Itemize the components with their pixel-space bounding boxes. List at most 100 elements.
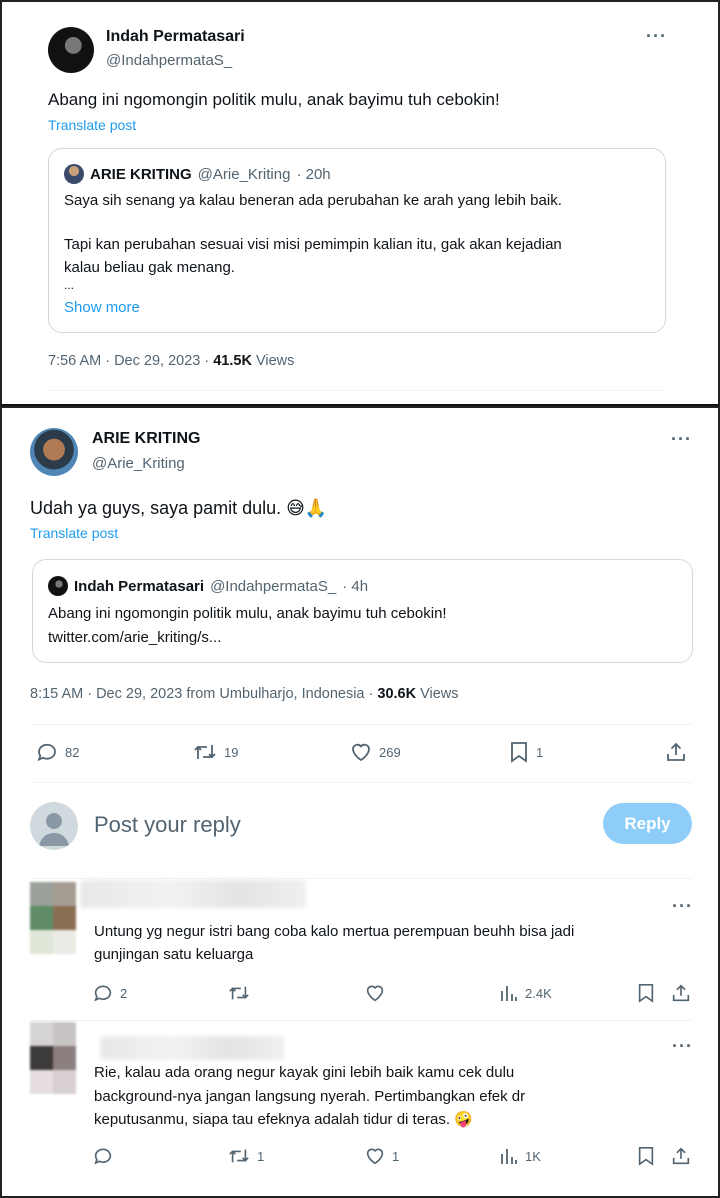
quoted-author-handle: @IndahpermataS_ (210, 577, 337, 595)
quoted-link: twitter.com/arie_kriting/s... (48, 629, 222, 646)
repost-count: 1 (257, 1148, 265, 1164)
quoted-ellipsis: ... (64, 278, 75, 292)
repost-action[interactable] (227, 982, 257, 1004)
divider (30, 724, 692, 725)
repost-icon (227, 982, 251, 1004)
share-icon (670, 1145, 692, 1167)
tweet-timestamp[interactable]: 7:56 AM · Dec 29, 2023 · (48, 353, 209, 369)
reply-count: 82 (65, 744, 80, 760)
tweet-text: Abang ini ngomongin politik mulu, anak b… (48, 90, 500, 109)
like-icon (364, 982, 386, 1004)
more-icon[interactable]: ··· (672, 896, 693, 917)
translate-link[interactable]: Translate post (48, 117, 136, 133)
like-action[interactable]: 269 (349, 740, 401, 764)
more-icon[interactable]: ··· (671, 429, 692, 450)
tweet-meta: 7:56 AM · Dec 29, 2023 · 41.5K Views (48, 353, 294, 369)
reply-action[interactable]: 2 (92, 982, 127, 1004)
reply-button[interactable]: Reply (603, 803, 692, 844)
quoted-author-handle: @Arie_Kriting (197, 165, 291, 183)
show-more-link[interactable]: Show more (64, 299, 140, 316)
quoted-line: Saya sih senang ya kalau beneran ada per… (64, 192, 562, 209)
repost-icon (227, 1145, 251, 1167)
like-action[interactable]: 1 (364, 1145, 399, 1167)
share-icon (670, 982, 692, 1004)
bookmark-action[interactable] (636, 1145, 656, 1167)
author-handle[interactable]: @IndahpermataS_ (106, 52, 232, 69)
views-count: 30.6K (377, 686, 417, 702)
quoted-line: Tapi kan perubahan sesuai visi misi pemi… (64, 236, 562, 253)
quoted-tweet[interactable]: Indah Permatasari @IndahpermataS_ · 4h A… (32, 559, 693, 663)
quoted-time: · 4h (342, 577, 369, 595)
reply-action[interactable]: 82 (35, 740, 79, 764)
share-icon (664, 740, 688, 764)
bookmark-icon (508, 740, 530, 764)
quoted-tweet[interactable]: ARIE KRITING @Arie_Kriting · 20h Saya si… (48, 148, 666, 333)
commenter-name-redacted (80, 880, 306, 908)
views-icon (499, 1145, 519, 1167)
like-icon (349, 740, 373, 764)
views-action[interactable]: 1K (499, 1145, 541, 1167)
reply-icon (35, 740, 59, 764)
more-icon[interactable]: ··· (646, 26, 667, 47)
author-name[interactable]: ARIE KRITING (92, 430, 200, 448)
quoted-author-name: ARIE KRITING (90, 165, 192, 183)
quoted-avatar (48, 576, 68, 596)
author-handle[interactable]: @Arie_Kriting (92, 455, 185, 472)
user-avatar (30, 802, 78, 850)
tweet-text: Udah ya guys, saya pamit dulu. 😅🙏 (30, 498, 328, 518)
quoted-avatar (64, 164, 84, 184)
views-label: Views (420, 686, 459, 702)
more-icon[interactable]: ··· (672, 1036, 693, 1057)
repost-count: 19 (224, 744, 239, 760)
like-count: 269 (379, 744, 401, 760)
comment-text: gunjingan satu keluarga (94, 946, 254, 963)
translate-link[interactable]: Translate post (30, 525, 118, 541)
author-name[interactable]: Indah Permatasari (106, 28, 245, 46)
views-count: 1K (525, 1148, 541, 1164)
reply-icon (92, 982, 114, 1004)
main-tweet-panel: ARIE KRITING @Arie_Kriting ··· Udah ya g… (0, 406, 720, 1198)
views-icon (499, 982, 519, 1004)
divider (30, 1020, 692, 1021)
top-tweet-panel: Indah Permatasari @IndahpermataS_ ··· Ab… (0, 0, 720, 407)
tweet-timestamp[interactable]: 8:15 AM · Dec 29, 2023 from Umbulharjo, … (30, 686, 373, 702)
bookmark-action[interactable]: 1 (508, 740, 543, 764)
comment-text: keputusanmu, siapa tau efeknya adalah ti… (94, 1111, 473, 1128)
reply-icon (92, 1145, 114, 1167)
views-label: Views (255, 353, 295, 369)
bookmark-icon (636, 1145, 656, 1167)
bookmark-icon (636, 982, 656, 1004)
tweet-meta: 8:15 AM · Dec 29, 2023 from Umbulharjo, … (30, 686, 459, 702)
commenter-avatar (30, 882, 76, 954)
repost-icon (192, 740, 218, 764)
comment-text: Untung yg negur istri bang coba kalo mer… (94, 923, 575, 940)
share-action[interactable] (670, 982, 692, 1004)
share-action[interactable] (670, 1145, 692, 1167)
reply-action[interactable] (92, 1145, 120, 1167)
like-action[interactable] (364, 982, 392, 1004)
divider (30, 878, 692, 879)
quoted-time: · 20h (296, 165, 331, 183)
views-count: 41.5K (213, 353, 252, 369)
repost-action[interactable]: 19 (192, 740, 238, 764)
views-count: 2.4K (525, 985, 552, 1001)
divider (30, 782, 692, 783)
reply-count: 2 (120, 985, 128, 1001)
commenter-avatar (30, 1022, 76, 1094)
commenter-name-redacted (100, 1036, 284, 1060)
reply-input[interactable]: Post your reply (94, 812, 241, 838)
bookmark-action[interactable] (636, 982, 656, 1004)
share-action[interactable] (664, 740, 688, 764)
like-count: 1 (392, 1148, 400, 1164)
divider (48, 390, 666, 391)
author-avatar[interactable] (30, 428, 78, 476)
repost-action[interactable]: 1 (227, 1145, 264, 1167)
author-avatar[interactable] (48, 27, 94, 73)
bookmark-count: 1 (536, 744, 544, 760)
comment-text: Rie, kalau ada orang negur kayak gini le… (94, 1064, 515, 1081)
comment-text: background-nya jangan langsung nyerah. P… (94, 1088, 526, 1105)
quoted-line: Abang ini ngomongin politik mulu, anak b… (48, 605, 447, 622)
quoted-author-name: Indah Permatasari (74, 577, 205, 595)
views-action[interactable]: 2.4K (499, 982, 552, 1004)
quoted-line: kalau beliau gak menang. (64, 259, 235, 276)
